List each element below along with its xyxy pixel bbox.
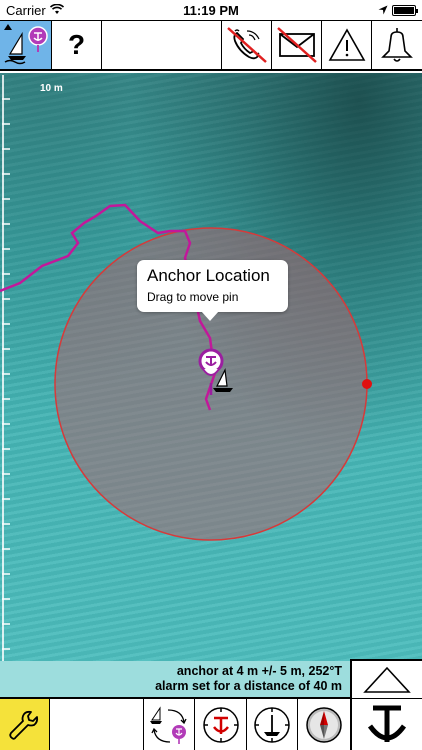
help-label: ? <box>67 29 86 60</box>
toolbar-blank-area <box>102 21 222 69</box>
callout-title: Anchor Location <box>147 266 270 285</box>
drop-anchor-button[interactable] <box>352 699 422 750</box>
alarm-bell-button[interactable] <box>372 21 422 69</box>
email-alert-button[interactable] <box>272 21 322 69</box>
compass-icon <box>306 706 342 743</box>
boat-anchor-mode-icon <box>3 24 48 65</box>
warning-button[interactable] <box>322 21 372 69</box>
help-button[interactable]: ? <box>52 21 102 69</box>
triangle-up-icon <box>363 666 411 693</box>
wrench-icon <box>9 710 39 740</box>
alarm-radius-handle[interactable] <box>362 379 372 389</box>
center-anchor-button[interactable] <box>195 699 247 750</box>
scale-bar <box>2 75 10 661</box>
anchor-info-line: anchor at 4 m +/- 5 m, 252°T <box>176 664 342 678</box>
top-toolbar: ? <box>0 20 422 71</box>
anchor-location-callout[interactable]: Anchor Location Drag to move pin <box>137 260 288 321</box>
boat-circle-icon <box>254 706 290 743</box>
wifi-icon <box>49 3 64 18</box>
settings-button[interactable] <box>0 699 50 750</box>
bell-icon <box>381 28 413 62</box>
phone-alert-button[interactable] <box>222 21 272 69</box>
compass-button[interactable] <box>298 699 350 750</box>
anchor-info-panel: anchor at 4 m +/- 5 m, 252°T alarm set f… <box>0 661 350 697</box>
map-view[interactable]: 10 m Anchor Location Drag to move pin <box>0 73 422 661</box>
swap-boat-anchor-button[interactable] <box>144 699 196 750</box>
raise-anchor-button[interactable] <box>352 661 422 699</box>
bottom-blank-area <box>50 699 144 750</box>
email-off-icon <box>276 27 317 63</box>
map-overlay <box>0 75 372 661</box>
anchor-control-panel <box>350 659 422 750</box>
bottom-toolbar <box>0 697 350 750</box>
callout-subtitle: Drag to move pin <box>147 290 239 304</box>
alarm-distance-line: alarm set for a distance of 40 m <box>155 679 342 693</box>
location-arrow-icon <box>378 3 388 18</box>
phone-off-icon <box>226 27 267 63</box>
status-bar: Carrier 11:19 PM <box>0 0 422 20</box>
boat-mode-button[interactable] <box>0 21 52 69</box>
anchor-circle-icon <box>202 706 239 743</box>
carrier-label: Carrier <box>6 2 46 18</box>
swap-boat-anchor-icon <box>150 705 187 744</box>
center-boat-button[interactable] <box>247 699 299 750</box>
warning-triangle-icon <box>328 28 365 61</box>
scale-label: 10 m <box>40 83 63 94</box>
battery-icon <box>392 4 418 16</box>
anchor-icon <box>367 705 407 742</box>
